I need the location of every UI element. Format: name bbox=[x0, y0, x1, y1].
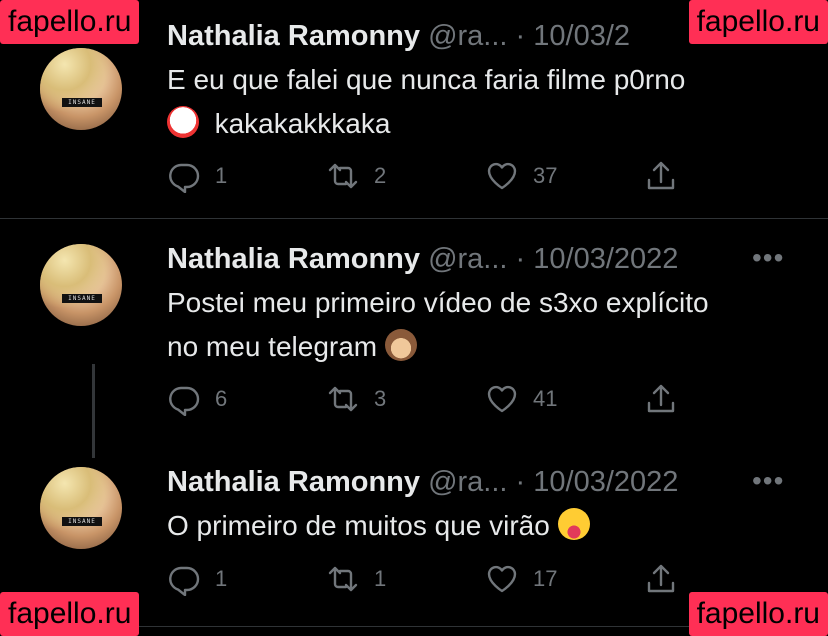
retweet-count: 1 bbox=[374, 566, 387, 591]
tweet-text: Postei meu primeiro vídeo de s3xo explíc… bbox=[167, 281, 709, 369]
see-no-evil-monkey-icon bbox=[384, 329, 417, 361]
retweet-button[interactable]: 3 bbox=[326, 382, 386, 416]
user-handle[interactable]: @ra... bbox=[428, 243, 507, 275]
thread-connector bbox=[92, 364, 95, 458]
tweet-date[interactable]: 10/03/2022 bbox=[533, 466, 678, 498]
reply-icon bbox=[169, 163, 200, 193]
like-count: 41 bbox=[533, 386, 558, 411]
display-name[interactable]: Nathalia Ramonny bbox=[167, 466, 420, 498]
avatar[interactable]: INSANE bbox=[40, 467, 122, 549]
tweet-divider bbox=[0, 218, 828, 219]
like-button[interactable]: 17 bbox=[485, 562, 557, 596]
share-button[interactable] bbox=[644, 562, 678, 596]
user-handle[interactable]: @ra... bbox=[428, 20, 507, 52]
avatar[interactable]: INSANE bbox=[40, 48, 122, 130]
more-options-button[interactable]: ••• bbox=[752, 465, 784, 497]
heart-icon bbox=[487, 385, 517, 413]
retweet-icon bbox=[328, 386, 358, 412]
display-name[interactable]: Nathalia Ramonny bbox=[167, 20, 420, 52]
tweet-text-line-1: O primeiro de muitos que virão bbox=[167, 504, 590, 548]
heart-icon bbox=[487, 565, 517, 593]
share-icon bbox=[647, 564, 675, 593]
tweet-text-line: no meu telegram bbox=[167, 331, 378, 362]
avatar-hair bbox=[40, 244, 122, 326]
tweet-header: Nathalia Ramonny @ra... · 10/03/2 bbox=[167, 20, 630, 53]
avatar-label: INSANE bbox=[62, 98, 102, 107]
tweet-text: O primeiro de muitos que virão bbox=[167, 504, 590, 548]
tweet-date[interactable]: 10/03/2 bbox=[533, 20, 630, 52]
tweet-text-line-2: no meu telegram bbox=[167, 325, 709, 369]
face-with-tongue-icon bbox=[557, 508, 590, 540]
separator: · bbox=[515, 20, 526, 52]
tweet-text-line: E eu que falei que nunca faria filme p0r… bbox=[167, 64, 686, 95]
tweet-text: E eu que falei que nunca faria filme p0r… bbox=[167, 58, 685, 146]
tweet-text-line: Postei meu primeiro vídeo de s3xo explíc… bbox=[167, 287, 709, 318]
like-button[interactable]: 41 bbox=[485, 382, 557, 416]
like-count: 37 bbox=[533, 163, 558, 188]
avatar-label: INSANE bbox=[62, 517, 102, 526]
tweet-text-line: O primeiro de muitos que virão bbox=[167, 510, 550, 541]
share-icon bbox=[647, 384, 675, 413]
watermark-bottom-right: fapello.ru bbox=[688, 592, 828, 636]
retweet-icon bbox=[328, 566, 358, 592]
more-options-button[interactable]: ••• bbox=[752, 242, 784, 274]
avatar-hair bbox=[40, 48, 122, 130]
user-handle[interactable]: @ra... bbox=[428, 466, 507, 498]
tweet-header: Nathalia Ramonny @ra... · 10/03/2022 bbox=[167, 466, 678, 499]
retweet-button[interactable]: 1 bbox=[326, 562, 386, 596]
tweet-header: Nathalia Ramonny @ra... · 10/03/2022 bbox=[167, 243, 678, 276]
watermark-bottom-left: fapello.ru bbox=[0, 592, 140, 636]
retweet-button[interactable]: 2 bbox=[326, 159, 386, 193]
reply-button[interactable]: 6 bbox=[167, 382, 227, 416]
reply-button[interactable]: 1 bbox=[167, 159, 227, 193]
reply-button[interactable]: 1 bbox=[167, 562, 227, 596]
reply-icon bbox=[169, 566, 200, 596]
tweet-date[interactable]: 10/03/2022 bbox=[533, 243, 678, 275]
reply-count: 6 bbox=[215, 386, 228, 411]
retweet-count: 3 bbox=[374, 386, 387, 411]
separator: · bbox=[515, 243, 526, 275]
heart-icon bbox=[487, 162, 517, 190]
avatar-label: INSANE bbox=[62, 294, 102, 303]
watermark-top-right: fapello.ru bbox=[688, 0, 828, 44]
retweet-icon bbox=[328, 163, 358, 189]
like-button[interactable]: 37 bbox=[485, 159, 557, 193]
tweet-text-line: kakakakkkaka bbox=[214, 108, 391, 139]
share-button[interactable] bbox=[644, 159, 678, 193]
reply-count: 1 bbox=[215, 163, 228, 188]
watermark-top-left: fapello.ru bbox=[0, 0, 140, 44]
separator: · bbox=[515, 466, 526, 498]
tweet-text-line-2: kakakakkkaka bbox=[167, 102, 685, 146]
clown-face-icon bbox=[167, 106, 199, 138]
share-icon bbox=[647, 161, 675, 190]
like-count: 17 bbox=[533, 566, 558, 591]
share-button[interactable] bbox=[644, 382, 678, 416]
reply-count: 1 bbox=[215, 566, 228, 591]
avatar[interactable]: INSANE bbox=[40, 244, 122, 326]
display-name[interactable]: Nathalia Ramonny bbox=[167, 243, 420, 275]
reply-icon bbox=[169, 386, 200, 416]
retweet-count: 2 bbox=[374, 163, 387, 188]
avatar-hair bbox=[40, 467, 122, 549]
